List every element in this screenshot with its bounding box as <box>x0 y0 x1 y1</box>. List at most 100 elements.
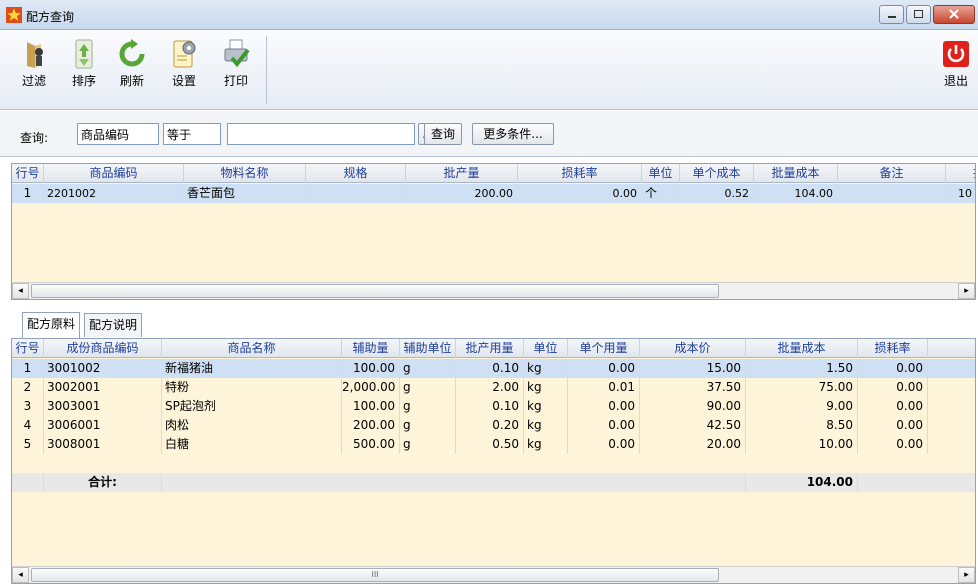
col-header-aux-qty[interactable]: 辅助量 <box>342 339 400 358</box>
exit-button[interactable]: 退出 <box>936 32 976 106</box>
cell-loss: 0.00 <box>518 184 642 203</box>
col-header-rowno[interactable]: 行号 <box>12 164 44 183</box>
table-row[interactable]: 4 3006001 肉松 200.00 g 0.20 kg 0.00 42.50 8.50 0.00 <box>12 416 975 435</box>
cell-batch-qty: 0.20 <box>456 416 524 435</box>
toolbar: 过滤 排序 刷新 设置 打印 退出 <box>0 30 978 110</box>
sort-button[interactable]: 排序 <box>60 32 108 106</box>
cell-aux-unit: g <box>400 397 456 416</box>
scroll-right-button[interactable]: ▸ <box>958 283 975 299</box>
col-header-unit[interactable]: 单位 <box>524 339 568 358</box>
scroll-left-button[interactable]: ◂ <box>12 567 29 583</box>
cell-price: 15.00 <box>640 359 746 378</box>
filter-button[interactable]: 过滤 <box>10 32 58 106</box>
sort-label: 排序 <box>71 74 96 88</box>
col-header-unit-cost[interactable]: 单个成本 <box>680 164 754 183</box>
close-button[interactable] <box>933 5 975 24</box>
cell-price: 90.00 <box>640 397 746 416</box>
query-bar: 查询: 商品编码 等于 ... 查询 更多条件... <box>0 111 978 157</box>
exit-label: 退出 <box>943 74 968 88</box>
refresh-button[interactable]: 刷新 <box>108 32 156 106</box>
search-button[interactable]: 查询 <box>424 123 462 145</box>
col-header-component-code[interactable]: 成份商品编码 <box>44 339 162 358</box>
maximize-icon <box>914 10 923 18</box>
total-cell-blank <box>12 473 44 492</box>
table-row[interactable]: 5 3008001 白糖 500.00 g 0.50 kg 0.00 20.00 10.00 0.0… <box>12 435 975 454</box>
scroll-left-button[interactable]: ◂ <box>12 283 29 299</box>
sort-icon <box>75 39 93 69</box>
cell-name: 特粉 <box>162 378 342 397</box>
query-field-select[interactable]: 商品编码 <box>77 123 159 145</box>
cell-code: 3006001 <box>44 416 162 435</box>
cell-unit: kg <box>524 397 568 416</box>
query-value-input[interactable] <box>227 123 415 145</box>
col-header-loss[interactable]: 损耗率 <box>518 164 642 183</box>
cell-blank <box>928 416 975 435</box>
col-header-batch-cost[interactable]: 批量成本 <box>746 339 858 358</box>
col-header-batch-cost[interactable]: 批量成本 <box>754 164 838 183</box>
print-label: 打印 <box>223 74 248 88</box>
col-header-loss[interactable]: 损耗率 <box>858 339 928 358</box>
print-icon <box>224 39 250 68</box>
col-header-product-name[interactable]: 商品名称 <box>162 339 342 358</box>
col-header-aux-unit[interactable]: 辅助单位 <box>400 339 456 358</box>
cell-unit: kg <box>524 359 568 378</box>
col-header-unit[interactable]: 单位 <box>642 164 680 183</box>
ingredients-grid-hscroll[interactable]: ◂ III ▸ <box>12 566 975 583</box>
cell-name: 白糖 <box>162 435 342 454</box>
col-header-cost-price[interactable]: 成本价 <box>640 339 746 358</box>
recipe-grid-hscroll[interactable]: ◂ ▸ <box>12 282 975 299</box>
cell-batch-qty: 0.10 <box>456 359 524 378</box>
toolbar-separator <box>266 36 267 104</box>
cell-single: 0.00 <box>568 359 640 378</box>
cell-code: 3002001 <box>44 378 162 397</box>
cell-single: 0.00 <box>568 397 640 416</box>
total-row: 合计: 104.00 <box>12 473 975 492</box>
cell-name: 新福猪油 <box>162 359 342 378</box>
col-header-name[interactable]: 物料名称 <box>184 164 306 183</box>
cell-aux: 100.00 <box>342 359 400 378</box>
cell-aux-unit: g <box>400 416 456 435</box>
cell-batch: 200.00 <box>406 184 518 203</box>
cell-batch-cost: 104.00 <box>754 184 838 203</box>
cell-aux-unit: g <box>400 435 456 454</box>
scroll-thumb[interactable] <box>31 284 719 298</box>
col-header-batch-qty[interactable]: 批产用量 <box>456 339 524 358</box>
cell-batch-cost: 1.50 <box>746 359 858 378</box>
more-conditions-button[interactable]: 更多条件... <box>472 123 554 145</box>
cell-no: 3 <box>12 397 44 416</box>
close-icon <box>949 9 959 19</box>
refresh-label: 刷新 <box>119 74 144 88</box>
minimize-button[interactable] <box>879 5 904 24</box>
cell-name: SP起泡剂 <box>162 397 342 416</box>
table-row[interactable]: 3 3003001 SP起泡剂 100.00 g 0.10 kg 0.00 90.00 9.00 0… <box>12 397 975 416</box>
col-header-single-qty[interactable]: 单个用量 <box>568 339 640 358</box>
scroll-thumb[interactable]: III <box>31 568 719 582</box>
ingredients-grid-header: 行号 成份商品编码 商品名称 辅助量 辅助单位 批产用量 单位 单个用量 成本价… <box>12 339 975 358</box>
cell-aux: 200.00 <box>342 416 400 435</box>
print-button[interactable]: 打印 <box>212 32 260 106</box>
settings-button[interactable]: 设置 <box>160 32 208 106</box>
cell-name: 肉松 <box>162 416 342 435</box>
app-star-icon <box>6 7 22 23</box>
cell-batch-cost: 75.00 <box>746 378 858 397</box>
cell-price: 37.50 <box>640 378 746 397</box>
tab-description[interactable]: 配方说明 <box>84 313 143 337</box>
table-row[interactable]: 2 3002001 特粉 2,000.00 g 2.00 kg 0.01 37.50 75.00 0… <box>12 378 975 397</box>
cell-loss: 0.00 <box>858 435 928 454</box>
cell-note <box>838 184 946 203</box>
table-row[interactable]: 1 2201002 香芒面包 200.00 0.00 个 0.52 104.00… <box>12 184 975 203</box>
window-title: 配方查询 <box>26 10 75 24</box>
col-header-note[interactable]: 备注 <box>838 164 946 183</box>
maximize-button[interactable] <box>906 5 931 24</box>
col-header-code[interactable]: 商品编码 <box>44 164 184 183</box>
table-row[interactable]: 1 3001002 新福猪油 100.00 g 0.10 kg 0.00 15.00 1.50 0.… <box>12 359 975 378</box>
col-header-batch[interactable]: 批产量 <box>406 164 518 183</box>
cell-unit: 个 <box>642 184 680 203</box>
tab-ingredients[interactable]: 配方原料 <box>22 312 81 338</box>
query-operator-select[interactable]: 等于 <box>163 123 221 145</box>
scroll-right-button[interactable]: ▸ <box>958 567 975 583</box>
col-header-rowno[interactable]: 行号 <box>12 339 44 358</box>
col-header-spec[interactable]: 规格 <box>306 164 406 183</box>
cell-code: 2201002 <box>44 184 184 203</box>
col-header-batch-extra[interactable]: 批 <box>946 164 975 183</box>
